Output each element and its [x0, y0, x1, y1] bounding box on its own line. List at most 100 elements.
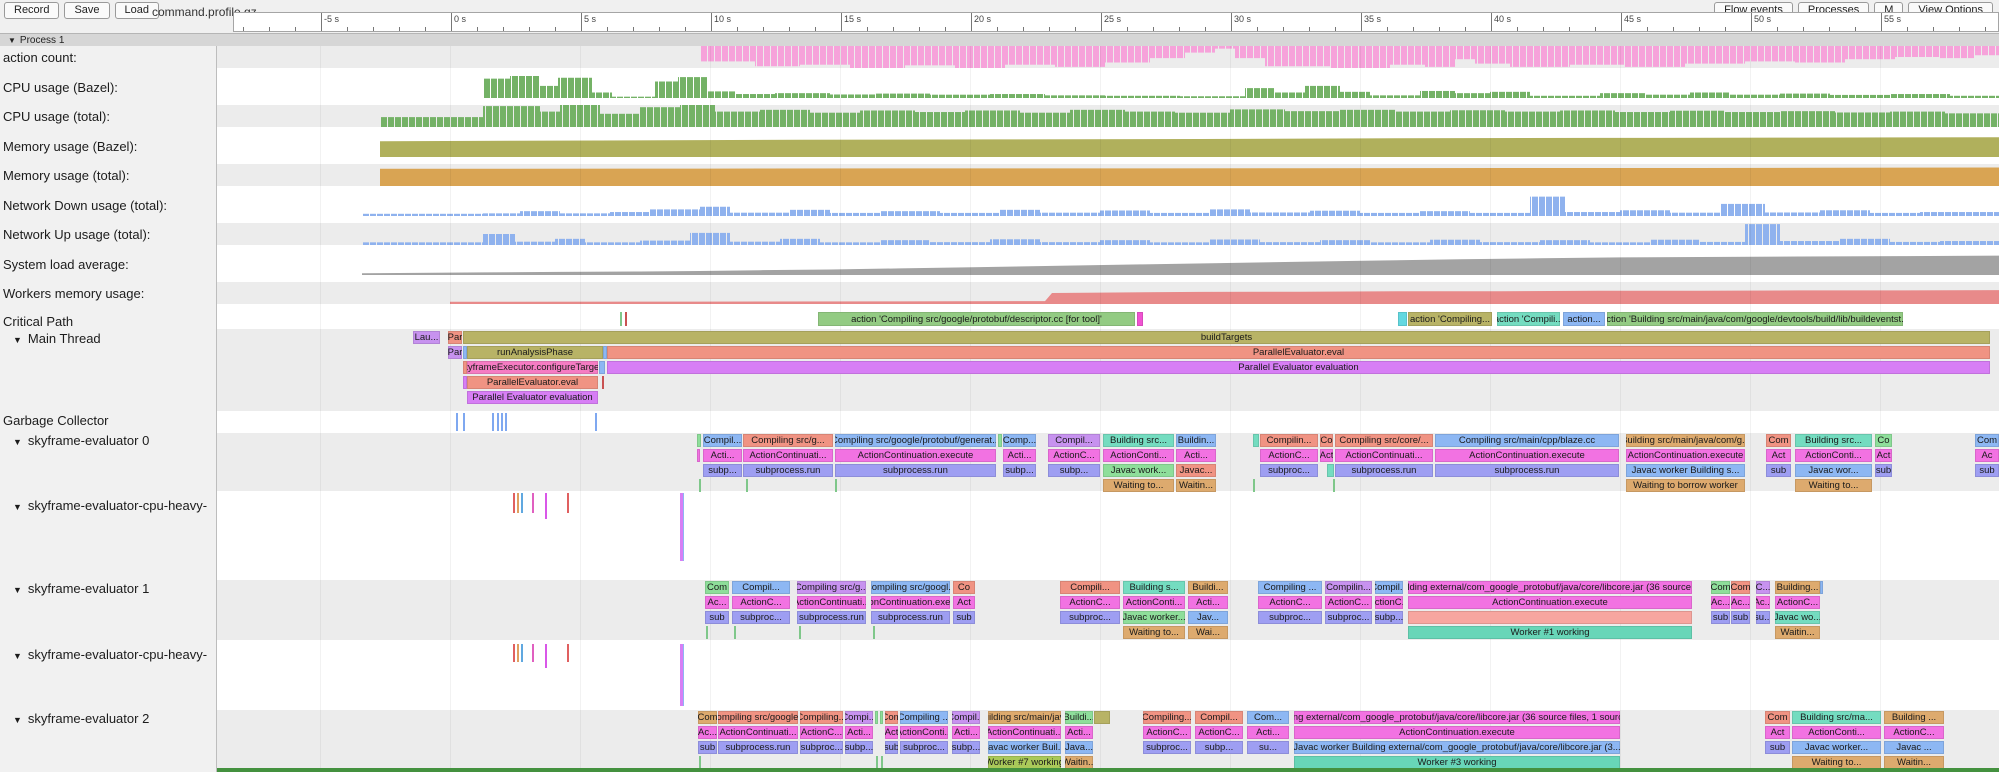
trace-bar[interactable]	[1094, 711, 1110, 724]
event-tick[interactable]	[567, 493, 569, 513]
trace-bar[interactable]: Acti...	[1065, 726, 1093, 739]
trace-bar[interactable]: skyframeExecutor.configureTargets	[467, 361, 598, 374]
trace-bar[interactable]: Compiling ...	[900, 711, 948, 724]
trace-bar[interactable]: Acti...	[1247, 726, 1289, 739]
trace-bar[interactable]: Compiling src/core/...	[1335, 434, 1433, 447]
trace-bar[interactable]	[699, 756, 701, 769]
trace-bar[interactable]: su...	[1247, 741, 1289, 754]
trace-bar[interactable]: Acti...	[952, 726, 980, 739]
trace-bar[interactable]: Parallel Evaluator evaluation	[467, 391, 598, 404]
event-tick[interactable]	[517, 493, 519, 513]
trace-bar[interactable]: sub	[1975, 464, 1999, 477]
event-tick[interactable]	[545, 493, 547, 519]
trace-bar[interactable]	[699, 479, 701, 492]
event-tick[interactable]	[567, 644, 569, 662]
trace-bar[interactable]: subproc...	[732, 611, 790, 624]
trace-bar[interactable]: Building src/main/jav...	[988, 711, 1061, 724]
trace-bar[interactable]: Building src/ma...	[1792, 711, 1881, 724]
trace-bar[interactable]: Ac...	[1711, 596, 1730, 609]
trace-bar[interactable]: Acti...	[1188, 596, 1228, 609]
trace-bar[interactable]: ActionC...	[1884, 726, 1944, 739]
section-label-skyframe-evaluator-cpu-heavy[interactable]: ▼skyframe-evaluator-cpu-heavy-	[13, 498, 207, 513]
trace-bar[interactable]: ParallelEvaluator.eval	[467, 376, 598, 389]
trace-bar[interactable]: ActionContinuation.execute	[835, 449, 996, 462]
trace-bar[interactable]: Comp...	[1003, 434, 1036, 447]
toolbar-button-record[interactable]: Record	[4, 2, 59, 19]
trace-bar[interactable]: Waiting to...	[1123, 626, 1185, 639]
trace-bar[interactable]: Worker #1 working	[1408, 626, 1692, 639]
trace-bar[interactable]: Com	[1711, 581, 1730, 594]
trace-bar[interactable]: ActionContinuati...	[797, 596, 866, 609]
trace-bar[interactable]	[835, 479, 837, 492]
trace-bar[interactable]: Waiting to...	[1103, 479, 1174, 492]
trace-bar[interactable]: Ac...	[1756, 596, 1770, 609]
event-tick[interactable]	[521, 644, 523, 662]
trace-bar[interactable]: subp...	[1048, 464, 1100, 477]
trace-bar[interactable]: Com...	[1247, 711, 1289, 724]
trace-bar[interactable]: Waitin...	[1176, 479, 1216, 492]
trace-bar[interactable]: Compiling src/google/protobuf/generat...	[835, 434, 996, 447]
trace-bar[interactable]: Lau...	[413, 331, 440, 344]
trace-bar[interactable]	[1253, 479, 1255, 492]
event-tick[interactable]	[463, 413, 465, 431]
trace-bar[interactable]: Javac worker Buil...	[988, 741, 1061, 754]
trace-bar[interactable]: ActionContinuati...	[743, 449, 833, 462]
trace-bar[interactable]: subp...	[952, 741, 980, 754]
trace-bar[interactable]: Parallel Evaluator evaluation	[607, 361, 1990, 374]
trace-bar[interactable]: Building ...	[1884, 711, 1944, 724]
trace-bar[interactable]: Ac...	[705, 596, 729, 609]
trace-bar[interactable]: ActionConti...	[900, 726, 948, 739]
trace-bar[interactable]: Compilin...	[1260, 434, 1318, 447]
trace-bar[interactable]: subprocess.run	[797, 611, 866, 624]
trace-bar[interactable]: ActionC...	[1258, 596, 1322, 609]
trace-bar[interactable]	[1820, 581, 1823, 594]
trace-bar[interactable]: Compil...	[952, 711, 980, 724]
trace-bar[interactable]: ActionContinuation.execute	[1408, 596, 1692, 609]
event-tick[interactable]	[505, 413, 507, 431]
trace-bar[interactable]: ActionContinuation.execute	[1626, 449, 1745, 462]
trace-bar[interactable]: subproc...	[1143, 741, 1191, 754]
trace-bar[interactable]: Building...	[1775, 581, 1820, 594]
trace-bar[interactable]: subprocess.run	[835, 464, 996, 477]
trace-bar[interactable]: buildTargets	[463, 331, 1990, 344]
trace-bar[interactable]	[1253, 434, 1259, 447]
trace-bar[interactable]: Compiling src/g...	[797, 581, 866, 594]
trace-bar[interactable]: ActionContinuati...	[718, 726, 798, 739]
trace-bar[interactable]: Com	[1975, 434, 1999, 447]
trace-bar[interactable]: ActionC...	[1375, 596, 1403, 609]
trace-bar[interactable]: action 'Compili...	[1497, 312, 1560, 326]
trace-bar[interactable]: subp...	[1195, 741, 1243, 754]
trace-bar[interactable]	[1408, 611, 1692, 624]
trace-bar[interactable]: subprocess.run	[871, 611, 950, 624]
system-load-average-chart[interactable]	[217, 253, 1999, 275]
trace-bar[interactable]: ActionC...	[1325, 596, 1372, 609]
trace-bar[interactable]: Com	[705, 581, 729, 594]
trace-bar[interactable]: Waitin...	[1065, 756, 1093, 769]
trace-bar[interactable]: Compiling src/googl...	[871, 581, 950, 594]
trace-bar[interactable]: Compil...	[1048, 434, 1100, 447]
trace-bar[interactable]	[876, 756, 878, 769]
trace-bar[interactable]: Com	[698, 711, 717, 724]
section-label-skyframe-evaluator-0[interactable]: ▼skyframe-evaluator 0	[13, 433, 149, 448]
trace-bar[interactable]: subp...	[845, 741, 873, 754]
trace-bar[interactable]: Compiling src/g...	[743, 434, 833, 447]
trace-bar[interactable]: Jav...	[1188, 611, 1228, 624]
trace-bar[interactable]: Javac worker Building external/com_googl…	[1294, 741, 1620, 754]
trace-bar[interactable]: subproc...	[1260, 464, 1318, 477]
trace-bar[interactable]	[875, 711, 878, 724]
trace-bar[interactable]: Compil...	[1195, 711, 1243, 724]
event-tick[interactable]	[521, 493, 523, 513]
event-tick[interactable]	[532, 493, 534, 513]
trace-bar[interactable]: Compil...	[703, 434, 742, 447]
event-tick[interactable]	[683, 644, 684, 706]
trace-bar[interactable]: ActionC...	[1775, 596, 1820, 609]
trace-bar[interactable]	[746, 479, 748, 492]
trace-bar[interactable]	[734, 626, 736, 639]
trace-bar[interactable]: Javac worker Building s...	[1626, 464, 1745, 477]
trace-bar[interactable]: Act	[1766, 449, 1791, 462]
trace-bar[interactable]	[697, 449, 700, 462]
event-tick[interactable]	[683, 493, 684, 561]
trace-bar[interactable]: subprocess.run	[718, 741, 798, 754]
trace-bar[interactable]: Com	[1765, 711, 1790, 724]
trace-bar[interactable]: Building src/main/java/com/g...	[1626, 434, 1745, 447]
